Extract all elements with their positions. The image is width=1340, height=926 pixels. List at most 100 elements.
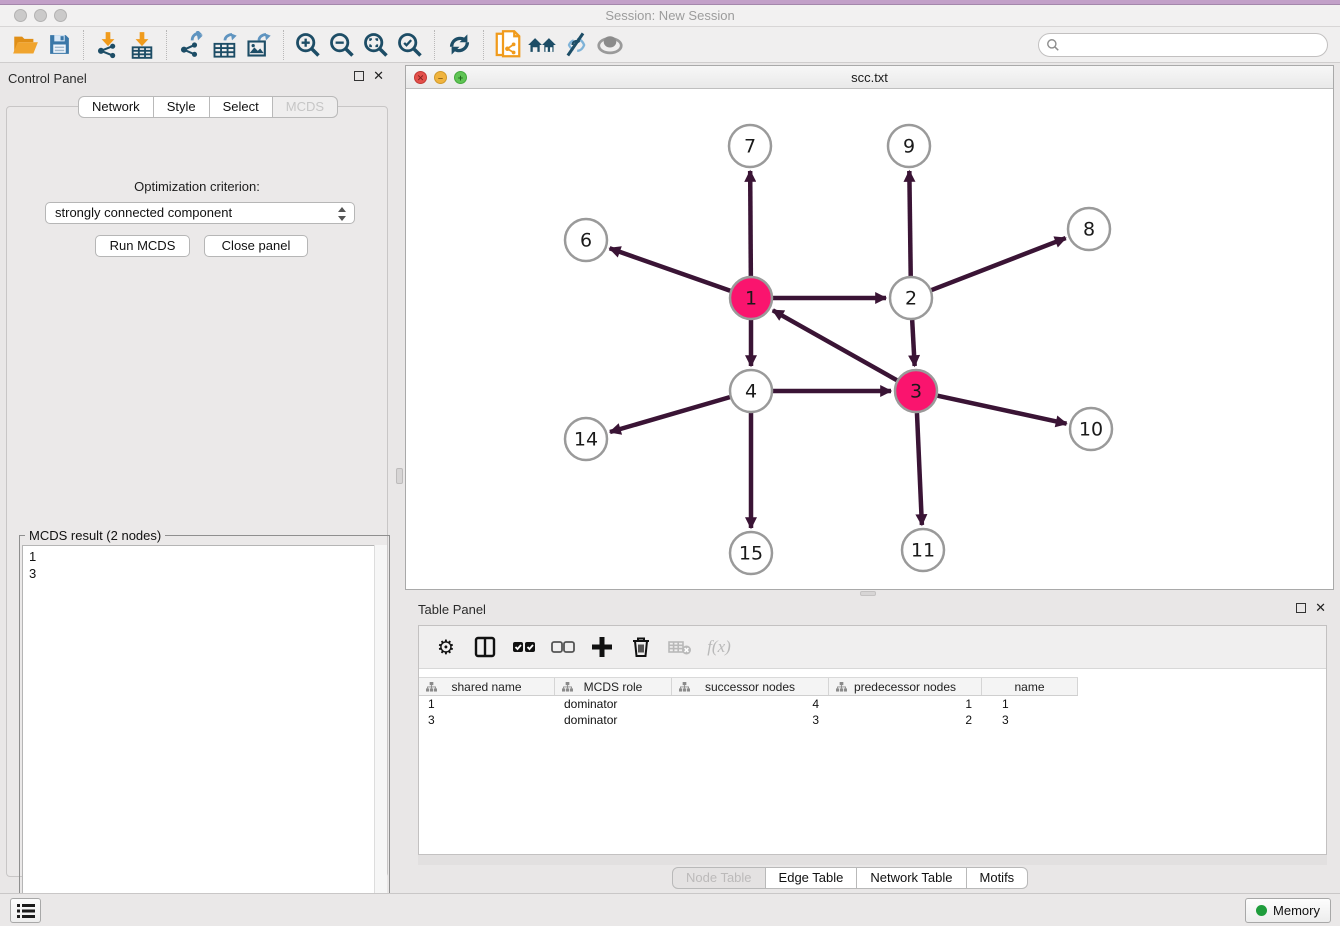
show-all-networks-icon[interactable]	[525, 30, 559, 60]
splitter-grip[interactable]	[860, 591, 876, 596]
birds-eye-view-icon[interactable]	[593, 30, 627, 60]
toolbar-separator	[83, 30, 84, 60]
save-session-icon[interactable]	[42, 30, 76, 60]
result-scrollbar[interactable]	[374, 545, 387, 912]
graph-edge-1-6[interactable]	[610, 248, 731, 290]
table-cell[interactable]: 3	[672, 712, 829, 728]
table-cell[interactable]: 1	[982, 696, 1078, 712]
close-panel-icon[interactable]: ✕	[1315, 603, 1326, 613]
graph-edge-4-14[interactable]	[610, 397, 730, 432]
table-row-1[interactable]: 3dominator323	[419, 712, 1078, 728]
table-settings-icon[interactable]: ⚙	[431, 632, 461, 662]
network-canvas[interactable]: 7968124314101511	[406, 89, 1333, 589]
delete-column-icon[interactable]	[626, 632, 656, 662]
titlebar-accent	[0, 0, 1340, 5]
column-header-predecessor-nodes[interactable]: predecessor nodes	[829, 678, 982, 695]
close-panel-icon[interactable]: ✕	[373, 71, 384, 81]
horizontal-splitter[interactable]	[405, 590, 1340, 597]
node-table-container: ⚙ f(x) shared nameMCDS rolesuccessor nod…	[418, 625, 1327, 855]
search-input[interactable]	[1038, 33, 1328, 57]
table-cell[interactable]: 2	[829, 712, 982, 728]
tab-edge-table[interactable]: Edge Table	[766, 867, 858, 889]
graph-edge-3-10[interactable]	[937, 396, 1066, 424]
hide-graphics-details-icon[interactable]	[559, 30, 593, 60]
task-history-button[interactable]	[10, 898, 41, 923]
table-cell[interactable]: 1	[829, 696, 982, 712]
table-cell[interactable]: 3	[419, 712, 555, 728]
zoom-fit-icon[interactable]	[359, 30, 393, 60]
graph-node-label-14: 14	[574, 429, 598, 451]
memory-button[interactable]: Memory	[1245, 898, 1331, 923]
graph-node-label-7: 7	[744, 136, 756, 158]
graph-edge-2-3[interactable]	[912, 320, 914, 366]
network-frame-titlebar: ✕ – + scc.txt	[406, 66, 1333, 89]
graph-node-label-6: 6	[580, 230, 592, 252]
network-frame-title: scc.txt	[406, 70, 1333, 85]
zoom-in-icon[interactable]	[291, 30, 325, 60]
graph-node-label-15: 15	[739, 543, 763, 565]
delete-table-icon	[665, 632, 695, 662]
graph-node-label-3: 3	[910, 381, 922, 403]
column-header-successor-nodes[interactable]: successor nodes	[672, 678, 829, 695]
apply-function-icon: f(x)	[704, 632, 734, 662]
table-panel-title: Table Panel	[418, 602, 486, 617]
export-network-icon[interactable]	[174, 30, 208, 60]
float-panel-icon[interactable]	[354, 71, 364, 81]
zoom-selected-icon[interactable]	[393, 30, 427, 60]
main-toolbar	[0, 27, 1340, 63]
network-from-file-icon[interactable]	[491, 30, 525, 60]
tab-motifs[interactable]: Motifs	[967, 867, 1029, 889]
dropdown-value: strongly connected component	[55, 205, 232, 220]
mcds-tab-content: Optimization criterion: strongly connect…	[6, 106, 388, 877]
tab-node-table[interactable]: Node Table	[672, 867, 766, 889]
table-cell[interactable]: dominator	[555, 712, 672, 728]
table-cell[interactable]: 1	[419, 696, 555, 712]
add-column-icon[interactable]	[587, 632, 617, 662]
import-network-icon[interactable]	[91, 30, 125, 60]
table-cell[interactable]: 3	[982, 712, 1078, 728]
tab-style[interactable]: Style	[154, 96, 210, 118]
table-row-0[interactable]: 1dominator411	[419, 696, 1078, 712]
select-all-columns-icon[interactable]	[509, 632, 539, 662]
deselect-all-columns-icon[interactable]	[548, 632, 578, 662]
zoom-out-icon[interactable]	[325, 30, 359, 60]
vertical-splitter[interactable]	[394, 65, 405, 886]
tab-network-table[interactable]: Network Table	[857, 867, 966, 889]
toggle-panel-split-icon[interactable]	[470, 632, 500, 662]
column-header-MCDS-role[interactable]: MCDS role	[555, 678, 672, 695]
open-session-icon[interactable]	[8, 30, 42, 60]
table-hscrollbar[interactable]	[418, 855, 1327, 865]
graph-edge-3-11[interactable]	[917, 413, 922, 525]
mcds-result-text[interactable]: 1 3	[22, 545, 387, 912]
graph-node-label-10: 10	[1079, 419, 1103, 441]
close-panel-button[interactable]: Close panel	[204, 235, 308, 257]
window-titlebar: Session: New Session	[0, 0, 1340, 27]
tab-network[interactable]: Network	[78, 96, 154, 118]
graph-edge-3-1[interactable]	[773, 310, 897, 380]
table-cell[interactable]: dominator	[555, 696, 672, 712]
table-cell[interactable]: 4	[672, 696, 829, 712]
tab-mcds[interactable]: MCDS	[273, 96, 338, 118]
graph-edge-1-7[interactable]	[750, 171, 751, 276]
graph-node-label-1: 1	[745, 288, 757, 310]
graph-edge-2-8[interactable]	[932, 238, 1066, 290]
export-image-icon[interactable]	[242, 30, 276, 60]
graph-node-label-11: 11	[911, 540, 935, 562]
optimization-criterion-select[interactable]: strongly connected component	[45, 202, 355, 224]
apply-layout-icon[interactable]	[442, 30, 476, 60]
table-panel: Table Panel ✕ ⚙ f(x) shared nameMCDS rol…	[405, 597, 1340, 886]
graph-edge-2-9[interactable]	[909, 171, 910, 276]
graph-node-label-8: 8	[1083, 219, 1095, 241]
column-header-name[interactable]: name	[982, 678, 1078, 695]
run-mcds-button[interactable]: Run MCDS	[95, 235, 190, 257]
splitter-grip[interactable]	[396, 468, 403, 484]
graph-node-label-4: 4	[745, 381, 757, 403]
import-table-icon[interactable]	[125, 30, 159, 60]
node-table: shared nameMCDS rolesuccessor nodesprede…	[419, 677, 1078, 728]
tab-select[interactable]: Select	[210, 96, 273, 118]
optimization-criterion-label: Optimization criterion:	[7, 179, 387, 194]
column-header-shared-name[interactable]: shared name	[419, 678, 555, 695]
float-panel-icon[interactable]	[1296, 603, 1306, 613]
toolbar-separator	[434, 30, 435, 60]
export-table-icon[interactable]	[208, 30, 242, 60]
